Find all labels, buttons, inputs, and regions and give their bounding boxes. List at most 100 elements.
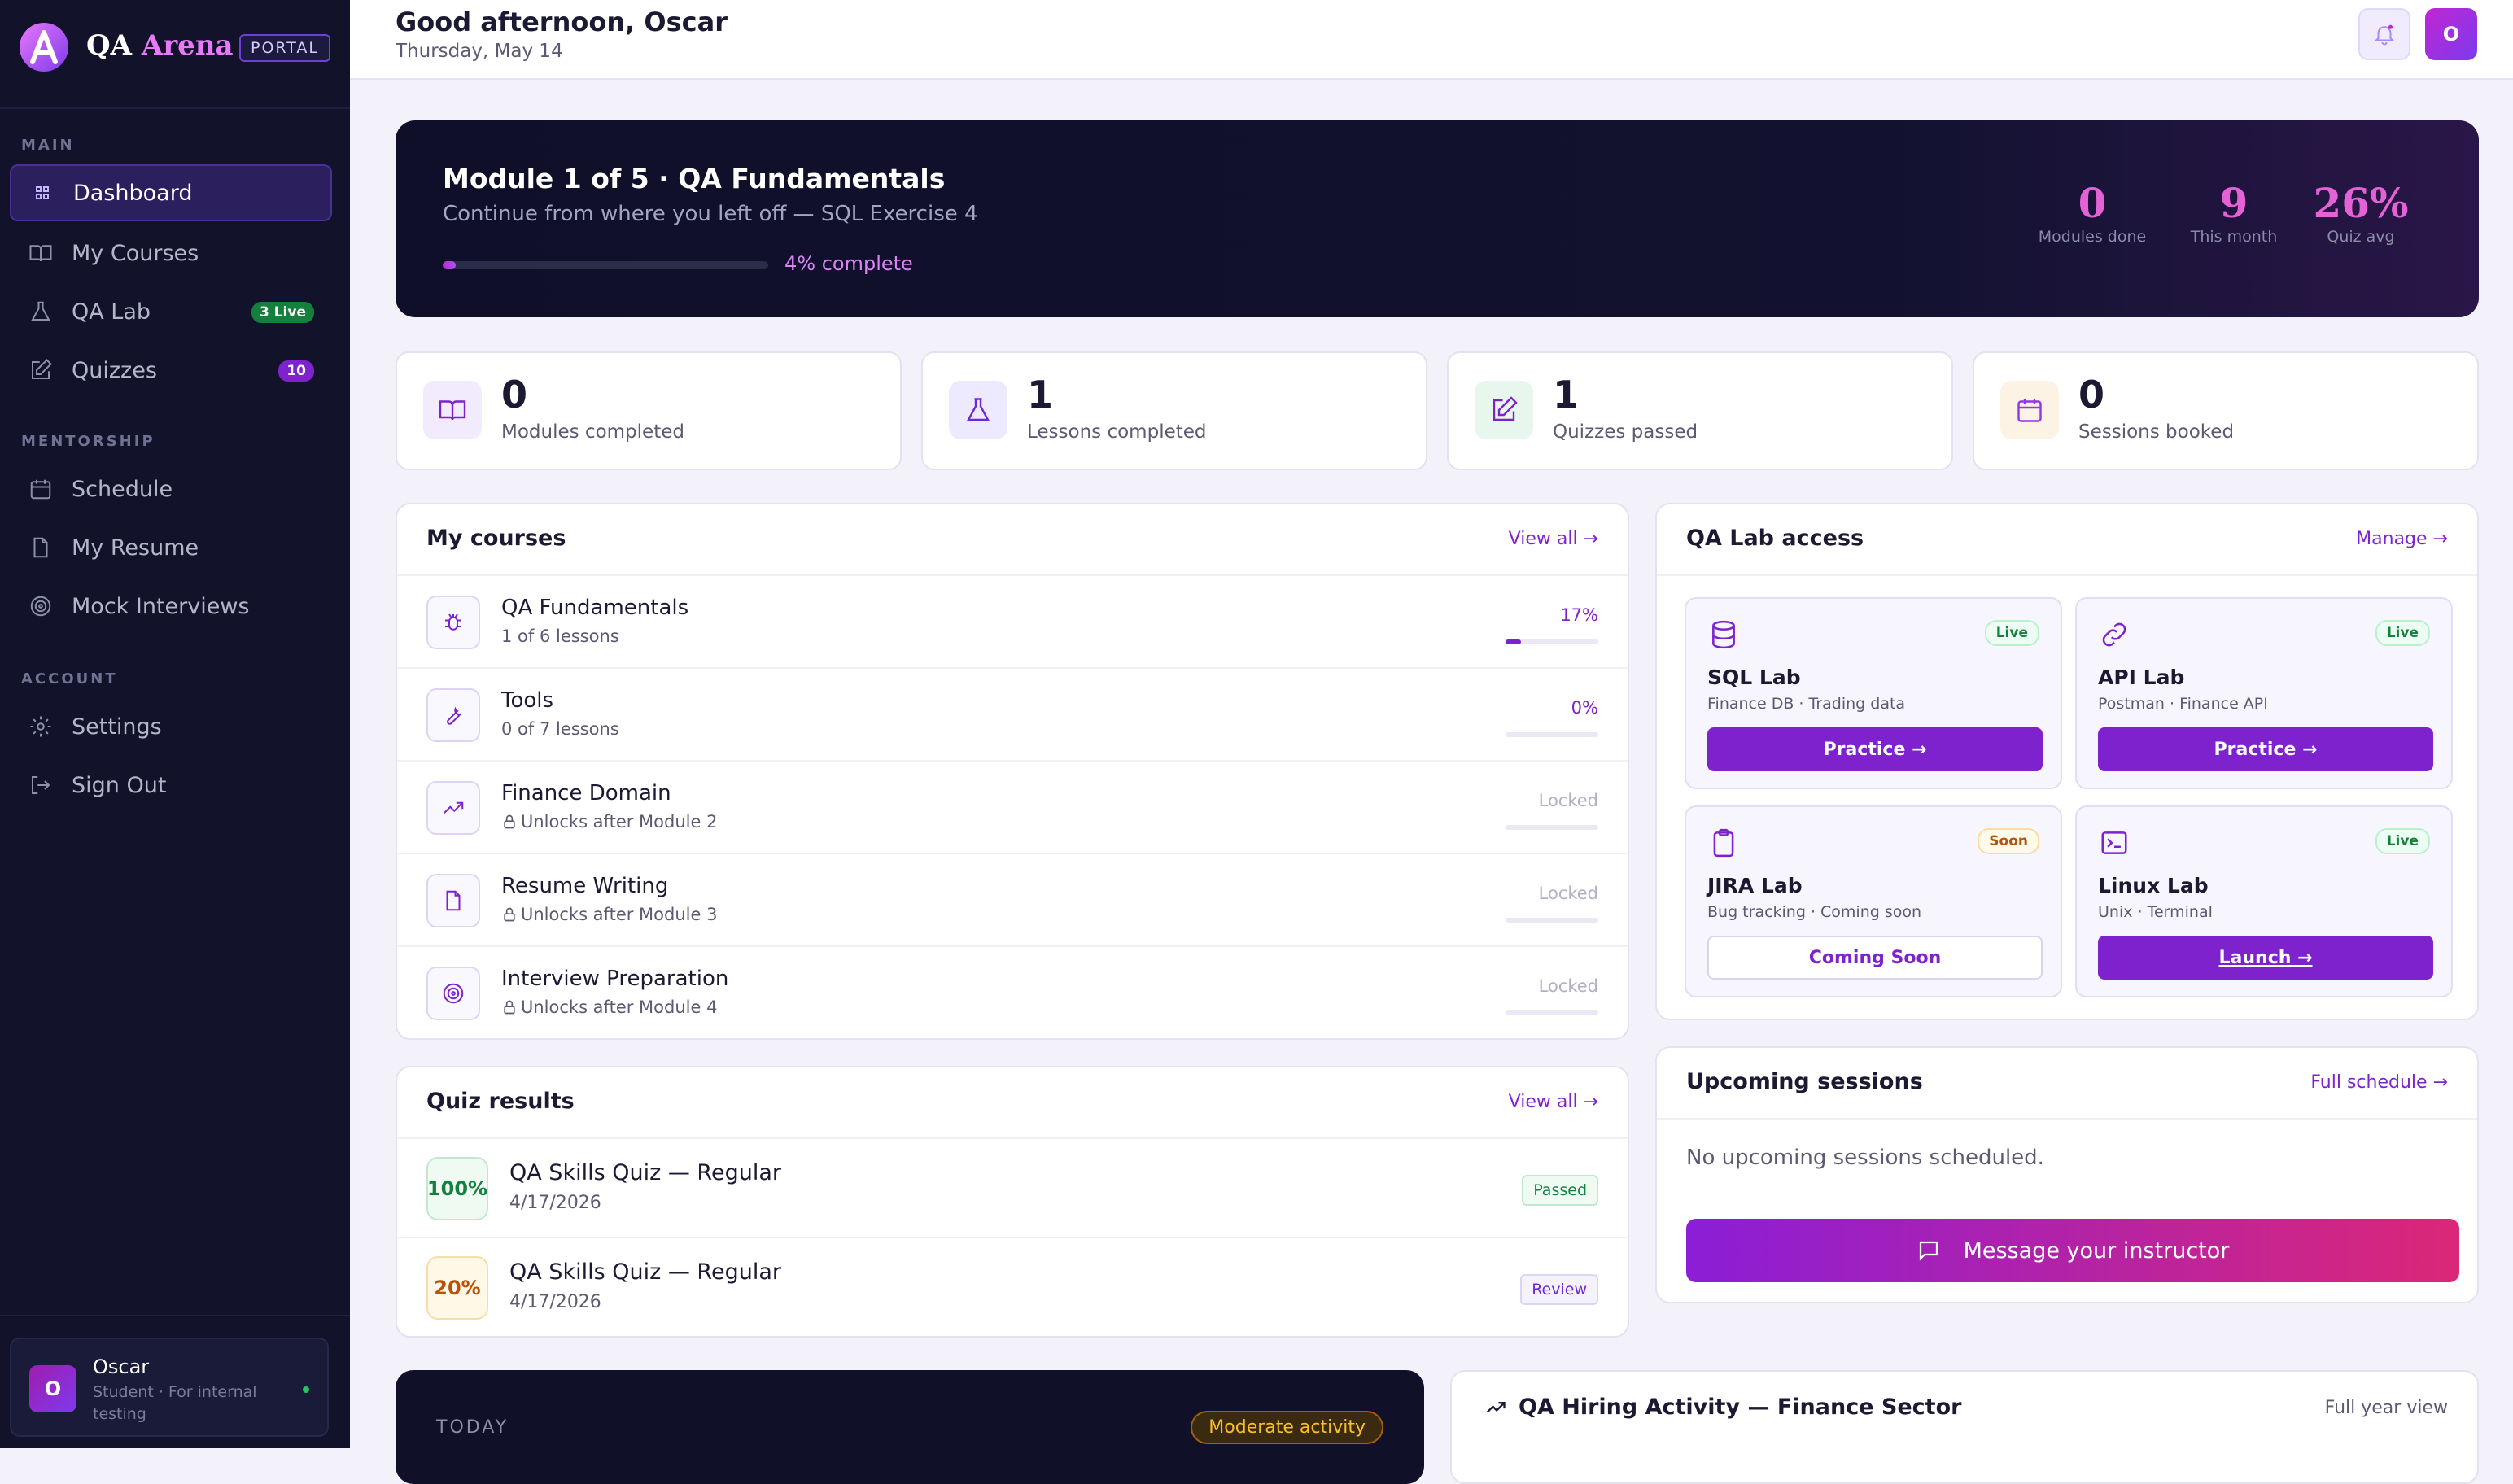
header-avatar[interactable]: O — [2425, 8, 2477, 60]
bell-icon — [2374, 24, 2395, 46]
sidebar-item-dashboard[interactable]: Dashboard — [10, 164, 332, 221]
message-instructor-button[interactable]: Message your instructor — [1686, 1219, 2459, 1282]
view-all-quizzes-link[interactable]: View all → — [1509, 1092, 1598, 1112]
logo[interactable] — [18, 21, 70, 73]
book-icon — [28, 240, 54, 266]
section-account: ACCOUNT — [21, 670, 118, 687]
panel-title: My courses — [426, 526, 566, 551]
sidebar-item-label: Dashboard — [73, 180, 193, 206]
terminal-icon — [2098, 827, 2131, 859]
sidebar-item-mock-interviews[interactable]: Mock Interviews — [10, 578, 332, 635]
course-percent: 0% — [1571, 698, 1598, 718]
linux-launch-button[interactable]: Launch → — [2098, 936, 2433, 980]
lab-name: API Lab — [2098, 666, 2185, 689]
user-card[interactable]: O Oscar Student · For internal testing — [10, 1338, 329, 1437]
live-count-badge: 3 Live — [251, 302, 314, 323]
sql-practice-button[interactable]: Practice → — [1707, 727, 2043, 771]
clipboard-icon — [1707, 827, 1740, 859]
database-icon — [1707, 618, 1740, 651]
current-date: Thursday, May 14 — [396, 41, 563, 62]
sidebar-item-label: QA Lab — [72, 299, 151, 325]
course-progress-text: 1 of 6 lessons — [501, 626, 619, 646]
module-progress-label: 4% complete — [784, 252, 913, 275]
course-row[interactable]: QA Fundamentals 1 of 6 lessons 17% — [397, 576, 1628, 669]
course-row[interactable]: Finance Domain Unlocks after Module 2 Lo… — [397, 762, 1628, 854]
sidebar-item-label: Sign Out — [72, 772, 167, 798]
live-badge: Live — [1984, 620, 2039, 646]
course-sub-text: Unlocks after Module 3 — [521, 905, 718, 924]
full-year-view-link[interactable]: Full year view — [2325, 1398, 2448, 1418]
full-schedule-link[interactable]: Full schedule → — [2310, 1072, 2448, 1093]
api-practice-button[interactable]: Practice → — [2098, 727, 2433, 771]
course-sub-text: Unlocks after Module 4 — [521, 997, 718, 1017]
sidebar-item-schedule[interactable]: Schedule — [10, 460, 332, 517]
stat-card-modules: 0 Modules completed — [396, 351, 902, 470]
sidebar-item-settings[interactable]: Settings — [10, 698, 332, 755]
stat-value: 0 — [2078, 373, 2105, 417]
course-row[interactable]: Tools 0 of 7 lessons 0% — [397, 669, 1628, 762]
user-role: Student · For internal testing — [93, 1383, 257, 1423]
lab-card-sql: Live SQL Lab Finance DB · Trading data P… — [1685, 597, 2062, 789]
quiz-results-panel: Quiz results View all → 100% QA Skills Q… — [396, 1066, 1629, 1338]
course-locked-label: Locked — [1538, 884, 1598, 903]
course-unlock-text: Unlocks after Module 2 — [501, 812, 717, 831]
my-courses-panel: My courses View all → QA Fundamentals 1 … — [396, 503, 1629, 1040]
status-badge: Review — [1520, 1274, 1598, 1305]
button-label: Message your instructor — [1963, 1237, 2230, 1264]
quiz-date: 4/17/2026 — [509, 1193, 601, 1213]
section-main: MAIN — [21, 137, 75, 154]
calendar-icon — [2000, 381, 2059, 439]
sign-out-icon — [28, 772, 54, 798]
lab-name: Linux Lab — [2098, 874, 2209, 897]
link-icon — [2098, 618, 2131, 651]
book-icon — [423, 381, 482, 439]
quiz-count-badge: 10 — [278, 360, 314, 382]
divider — [1657, 1118, 2477, 1120]
module-title: Module 1 of 5 · QA Fundamentals — [443, 163, 946, 194]
edit-icon — [28, 357, 54, 383]
module-progress-track — [443, 261, 768, 269]
stat-this-month: 9 This month — [2165, 179, 2303, 246]
stat-card-lessons: 1 Lessons completed — [921, 351, 1427, 470]
course-progress-track — [1506, 1010, 1598, 1015]
quiz-name: QA Skills Quiz — Regular — [509, 1160, 781, 1185]
sidebar-item-label: Settings — [72, 714, 162, 740]
stat-label: Modules completed — [501, 421, 684, 443]
logo-icon — [20, 23, 68, 72]
stat-value: 1 — [1553, 373, 1580, 417]
user-name: Oscar — [93, 1355, 150, 1378]
stat-quiz-avg: 26% Quiz avg — [2292, 179, 2430, 246]
lab-description: Unix · Terminal — [2098, 903, 2213, 921]
manage-lab-link[interactable]: Manage → — [2356, 529, 2448, 549]
sidebar-item-quizzes[interactable]: Quizzes 10 — [10, 342, 332, 399]
bug-icon — [426, 596, 480, 649]
stat-label: Lessons completed — [1027, 421, 1207, 443]
course-progress-track — [1506, 918, 1598, 923]
view-all-courses-link[interactable]: View all → — [1509, 529, 1598, 549]
sidebar-divider — [0, 1315, 350, 1316]
course-row[interactable]: Interview Preparation Unlocks after Modu… — [397, 947, 1628, 1038]
online-status-dot — [303, 1386, 309, 1393]
course-percent: 17% — [1560, 605, 1598, 625]
sidebar-item-qa-lab[interactable]: QA Lab 3 Live — [10, 283, 332, 340]
course-sub-text: 0 of 7 lessons — [501, 719, 619, 739]
sidebar-item-sign-out[interactable]: Sign Out — [10, 757, 332, 814]
quiz-row[interactable]: 20% QA Skills Quiz — Regular 4/17/2026 R… — [397, 1237, 1628, 1336]
sidebar-item-label: My Courses — [72, 240, 199, 266]
notifications-button[interactable] — [2358, 8, 2410, 60]
stat-value: 9 — [2219, 179, 2249, 227]
quiz-row[interactable]: 100% QA Skills Quiz — Regular 4/17/2026 … — [397, 1137, 1628, 1237]
edit-icon — [1475, 381, 1533, 439]
brand-name: QA Arena — [86, 29, 234, 62]
continue-module-banner[interactable]: Module 1 of 5 · QA Fundamentals Continue… — [396, 120, 2479, 317]
course-unlock-text: Unlocks after Module 4 — [501, 997, 717, 1017]
jira-coming-soon-button[interactable]: Coming Soon — [1707, 936, 2043, 980]
sidebar-item-my-courses[interactable]: My Courses — [10, 225, 332, 282]
panel-title: Upcoming sessions — [1686, 1069, 1923, 1094]
sidebar-item-my-resume[interactable]: My Resume — [10, 519, 332, 576]
live-badge: Live — [2375, 828, 2430, 854]
lab-card-linux: Live Linux Lab Unix · Terminal Launch → — [2075, 805, 2453, 997]
sidebar-divider — [0, 107, 350, 109]
course-row[interactable]: Resume Writing Unlocks after Module 3 Lo… — [397, 854, 1628, 947]
stat-value: 0 — [501, 373, 528, 417]
